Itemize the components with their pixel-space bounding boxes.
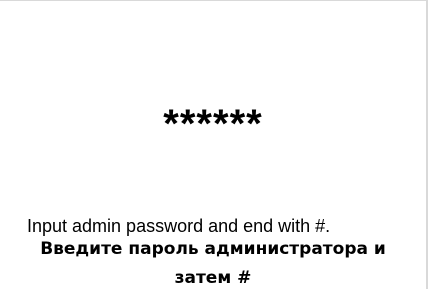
prompt-russian-line2: затем # (174, 268, 252, 288)
password-input-display[interactable]: ****** (0, 104, 426, 144)
admin-password-screen: ****** Input admin password and end with… (0, 0, 428, 289)
prompt-russian: Введите пароль администратора и затем # (0, 235, 426, 289)
prompt-russian-line1: Введите пароль администратора и (40, 239, 386, 259)
prompt-english: Input admin password and end with #. (27, 216, 331, 236)
